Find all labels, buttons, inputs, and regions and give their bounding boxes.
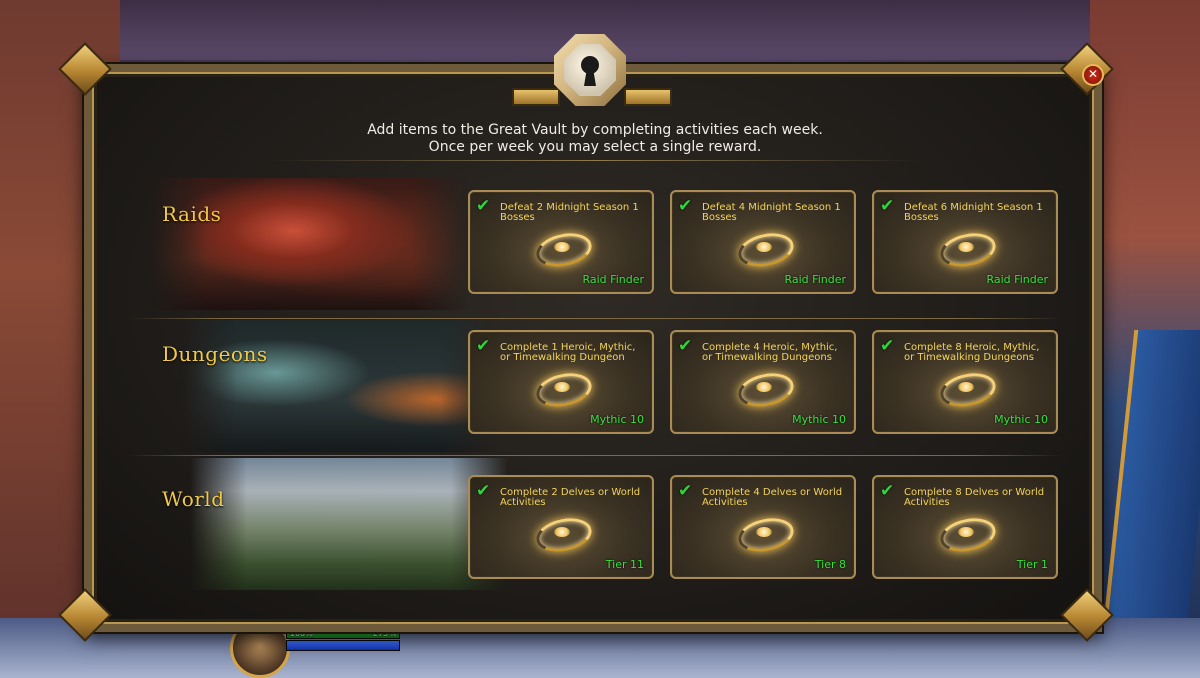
reward-slot-world-3[interactable]: ✔ Complete 8 Delves or World Activities …: [872, 475, 1058, 579]
reward-slot-world-1[interactable]: ✔ Complete 2 Delves or World Activities …: [468, 475, 654, 579]
reward-glow: [554, 242, 570, 252]
slot-requirement: Complete 4 Delves or World Activities: [702, 487, 843, 508]
row-label-raids: Raids: [162, 202, 222, 226]
dungeons-artwork: [180, 320, 498, 452]
reward-glow: [756, 242, 772, 252]
checkmark-icon: ✔: [476, 196, 491, 216]
checkmark-icon: ✔: [678, 336, 693, 356]
slot-requirement: Complete 2 Delves or World Activities: [500, 487, 641, 508]
reward-slot-dungeons-2[interactable]: ✔ Complete 4 Heroic, Mythic, or Timewalk…: [670, 330, 856, 434]
reward-glow: [958, 242, 974, 252]
slot-requirement: Complete 1 Heroic, Mythic, or Timewalkin…: [500, 342, 636, 363]
checkmark-icon: ✔: [880, 196, 895, 216]
checkmark-icon: ✔: [678, 196, 693, 216]
world-artwork: [190, 458, 508, 590]
instructions-divider: [270, 160, 920, 161]
slot-difficulty: Raid Finder: [986, 273, 1048, 286]
row-label-world: World: [162, 487, 225, 511]
player-resource-bar: [286, 640, 400, 651]
slot-requirement: Complete 8 Heroic, Mythic, or Timewalkin…: [904, 342, 1040, 363]
slot-difficulty: Tier 8: [814, 558, 846, 571]
slot-requirement: Defeat 4 Midnight Season 1 Bosses: [702, 202, 841, 223]
reward-glow: [554, 527, 570, 537]
reward-glow: [958, 382, 974, 392]
reward-slot-world-2[interactable]: ✔ Complete 4 Delves or World Activities …: [670, 475, 856, 579]
reward-glow: [756, 382, 772, 392]
slot-difficulty: Raid Finder: [582, 273, 644, 286]
reward-glow: [756, 527, 772, 537]
reward-slot-dungeons-1[interactable]: ✔ Complete 1 Heroic, Mythic, or Timewalk…: [468, 330, 654, 434]
reward-glow: [554, 382, 570, 392]
slot-difficulty: Raid Finder: [784, 273, 846, 286]
reward-slot-raids-2[interactable]: ✔ Defeat 4 Midnight Season 1 Bosses Raid…: [670, 190, 856, 294]
checkmark-icon: ✔: [880, 481, 895, 501]
checkmark-icon: ✔: [678, 481, 693, 501]
reward-slot-dungeons-3[interactable]: ✔ Complete 8 Heroic, Mythic, or Timewalk…: [872, 330, 1058, 434]
slot-difficulty: Mythic 10: [590, 413, 644, 426]
slot-difficulty: Mythic 10: [994, 413, 1048, 426]
vault-instructions: Add items to the Great Vault by completi…: [300, 122, 890, 156]
vault-lock-emblem: [512, 28, 672, 112]
checkmark-icon: ✔: [476, 481, 491, 501]
slot-difficulty: Tier 11: [605, 558, 644, 571]
slot-difficulty: Tier 1: [1016, 558, 1048, 571]
vault-instructions-line1: Add items to the Great Vault by completi…: [367, 122, 823, 138]
reward-glow: [958, 527, 974, 537]
checkmark-icon: ✔: [880, 336, 895, 356]
slot-requirement: Complete 4 Heroic, Mythic, or Timewalkin…: [702, 342, 838, 363]
slot-requirement: Defeat 6 Midnight Season 1 Bosses: [904, 202, 1043, 223]
lock-emblem-arm-right: [624, 88, 672, 106]
row-divider: [128, 318, 1062, 319]
row-divider: [128, 455, 1062, 456]
slot-difficulty: Mythic 10: [792, 413, 846, 426]
checkmark-icon: ✔: [476, 336, 491, 356]
slot-requirement: Defeat 2 Midnight Season 1 Bosses: [500, 202, 639, 223]
reward-slot-raids-1[interactable]: ✔ Defeat 2 Midnight Season 1 Bosses Raid…: [468, 190, 654, 294]
vault-instructions-line2: Once per week you may select a single re…: [428, 139, 762, 155]
reward-slot-raids-3[interactable]: ✔ Defeat 6 Midnight Season 1 Bosses Raid…: [872, 190, 1058, 294]
row-label-dungeons: Dungeons: [162, 342, 268, 366]
close-button[interactable]: ✕: [1082, 64, 1104, 86]
raids-artwork: [150, 178, 468, 310]
slot-requirement: Complete 8 Delves or World Activities: [904, 487, 1045, 508]
lock-emblem-arm-left: [512, 88, 560, 106]
